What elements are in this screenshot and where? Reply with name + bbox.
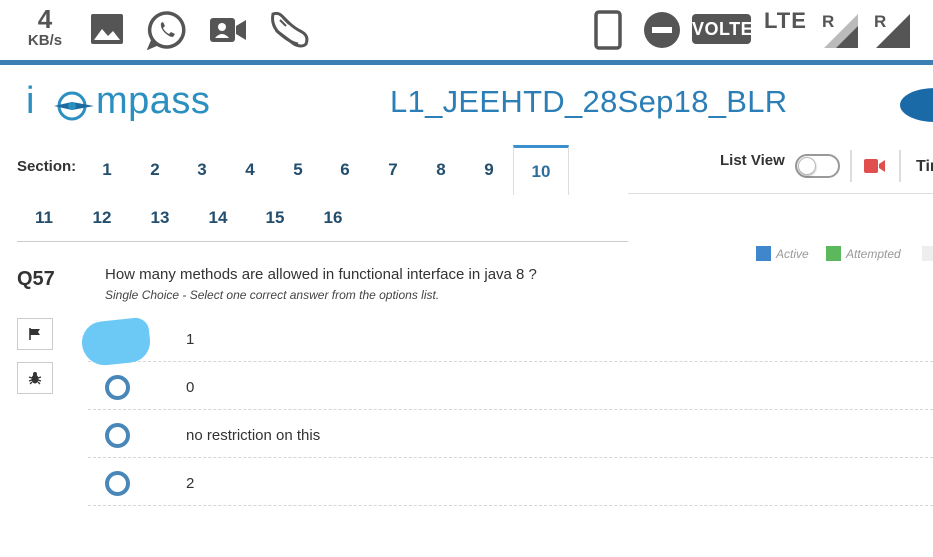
option-label: no restriction on this [186, 427, 321, 444]
section-tab-14[interactable]: 14 [198, 208, 238, 228]
whatsapp-icon [146, 10, 188, 55]
answer-option-1[interactable]: 1 [88, 314, 933, 362]
legend-label-active: Active [776, 246, 809, 261]
section-tab-1[interactable]: 1 [87, 160, 127, 180]
test-title: L1_JEEHTD_28Sep18_BLR [390, 84, 788, 119]
answer-option-2[interactable]: 0 [88, 362, 933, 410]
option-radio[interactable] [105, 471, 130, 496]
sneaker-icon [268, 10, 312, 55]
network-speed-unit: KB/s [27, 32, 63, 49]
bug-icon [28, 372, 42, 385]
section-tab-12[interactable]: 12 [82, 208, 122, 228]
section-tab-11[interactable]: 11 [24, 208, 64, 228]
option-radio[interactable] [105, 423, 130, 448]
section-tab-7[interactable]: 7 [373, 160, 413, 180]
section-tab-6[interactable]: 6 [325, 160, 365, 180]
logo-text-tail: mpass [96, 80, 211, 122]
toolbar-separator [899, 150, 901, 182]
option-radio[interactable] [105, 375, 130, 400]
list-view-toggle[interactable] [795, 154, 840, 178]
section-tab-4[interactable]: 4 [230, 160, 270, 180]
signal-strength-icon-1 [822, 12, 860, 55]
legend-label-attempted: Attempted [846, 246, 901, 261]
section-tab-9[interactable]: 9 [469, 160, 509, 180]
legend-swatch-partial [922, 246, 933, 261]
section-tab-15[interactable]: 15 [255, 208, 295, 228]
toggle-knob [798, 157, 816, 175]
status-bar: 4 KB/s VOLTE LTE R R [0, 0, 933, 60]
section-tab-10[interactable]: 10 [513, 145, 569, 195]
question-number: Q57 [17, 268, 55, 290]
logo-text-head: i [26, 80, 35, 122]
legend-swatch-attempted [826, 246, 841, 261]
legend-item-attempted: Attempted [826, 246, 901, 261]
video-call-icon [209, 16, 247, 49]
section-label: Section: [17, 158, 77, 175]
video-camera-icon[interactable] [864, 158, 886, 179]
phone-portrait-icon [594, 10, 622, 55]
signal-strength-icon-2 [874, 12, 912, 55]
flag-icon [29, 328, 40, 340]
do-not-disturb-icon [643, 11, 681, 54]
report-bug-button[interactable] [17, 362, 53, 394]
compass-icon [54, 91, 94, 121]
section-tab-5[interactable]: 5 [278, 160, 318, 180]
network-speed: 4 KB/s [22, 6, 68, 48]
sections-divider [17, 241, 628, 242]
section-tab-16[interactable]: 16 [313, 208, 353, 228]
question-type-hint: Single Choice - Select one correct answe… [105, 288, 440, 302]
toolbar-divider [628, 193, 933, 194]
option-label: 1 [186, 331, 195, 348]
timer-label: Tir [916, 158, 933, 175]
header-accent-line [0, 60, 933, 65]
option-label: 0 [186, 379, 195, 396]
flag-question-button[interactable] [17, 318, 53, 350]
volte-badge: VOLTE [692, 14, 753, 44]
legend-swatch-active [756, 246, 771, 261]
answer-option-4[interactable]: 2 [88, 458, 933, 506]
section-tab-3[interactable]: 3 [182, 160, 222, 180]
network-speed-value: 4 [37, 4, 53, 34]
section-tab-8[interactable]: 8 [421, 160, 461, 180]
section-tab-13[interactable]: 13 [140, 208, 180, 228]
gallery-icon [90, 13, 124, 50]
question-text: How many methods are allowed in function… [105, 266, 537, 283]
list-view-label: List View [720, 152, 785, 169]
legend-item-active: Active [756, 246, 809, 261]
toolbar-separator [850, 150, 852, 182]
legend-item-partial [922, 246, 933, 261]
option-label: 2 [186, 475, 195, 492]
user-avatar-partial[interactable] [900, 88, 933, 122]
answer-option-3[interactable]: no restriction on this [88, 410, 933, 458]
section-tab-2[interactable]: 2 [135, 160, 175, 180]
lte-label: LTE [764, 8, 807, 33]
